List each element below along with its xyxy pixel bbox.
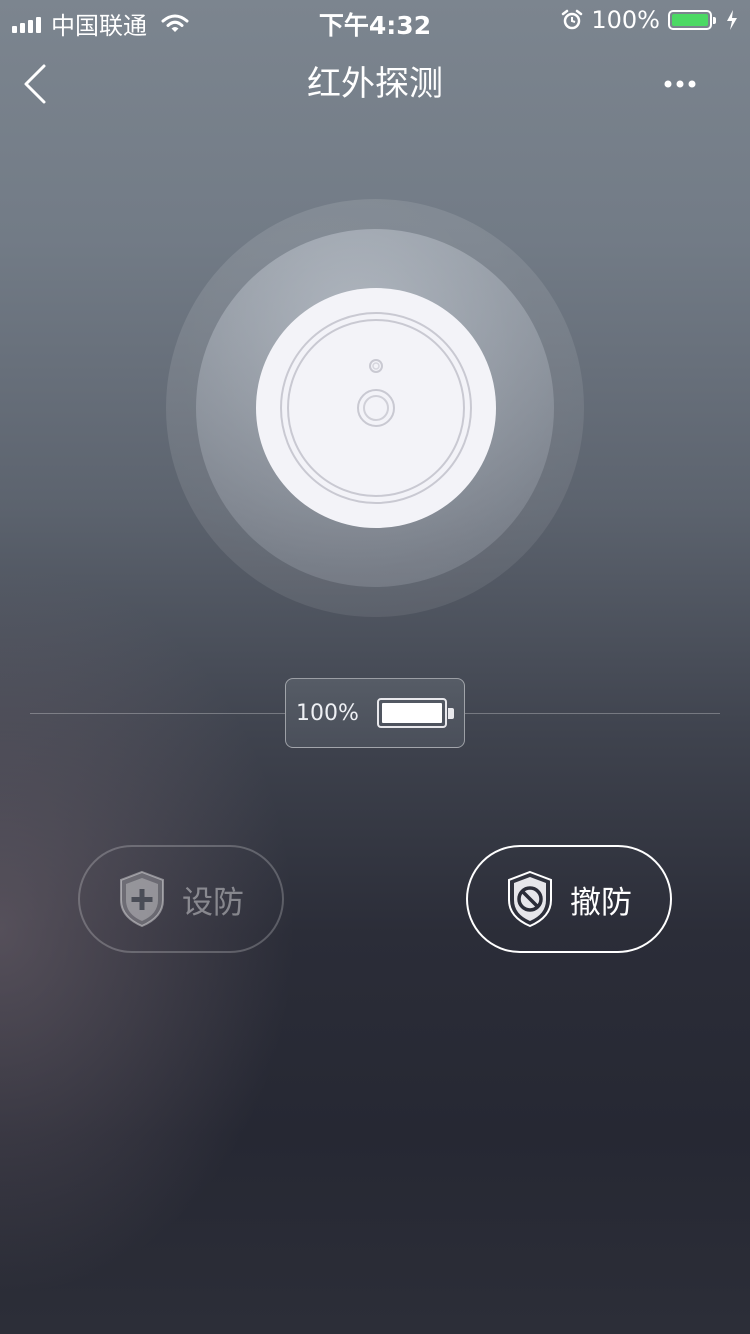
infrared-sensor-image [256,288,496,528]
status-bar: 中国联通 下午4:32 100% [0,0,750,40]
arm-button[interactable]: 设防 [78,845,284,953]
status-battery-icon [668,10,716,30]
device-battery-percent: 100% [296,700,359,726]
disarm-button[interactable]: 撤防 [466,845,672,953]
status-battery-percent: 100% [591,6,660,34]
disarm-label: 撤防 [570,884,632,921]
more-button[interactable] [662,62,702,106]
shield-plus-icon [120,870,164,928]
battery-icon [376,698,454,728]
alarm-icon [562,9,583,30]
arm-label: 设防 [182,884,244,921]
more-icon [664,80,696,88]
page-title: 红外探测 [307,64,443,104]
device-battery-indicator: 100% [285,678,465,748]
shield-block-icon [508,870,552,928]
charging-icon [727,10,737,30]
